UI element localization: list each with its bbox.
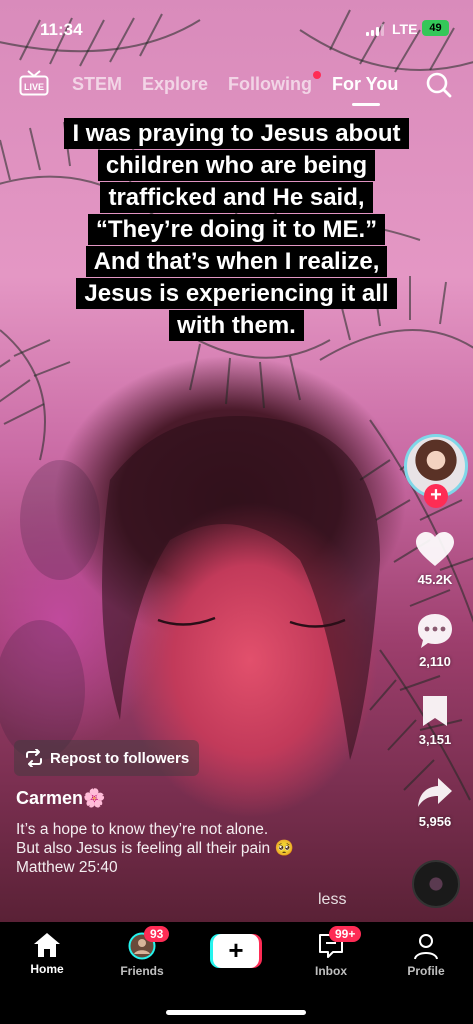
cellular-signal-icon bbox=[366, 24, 384, 36]
nav-home-label: Home bbox=[30, 962, 64, 976]
live-icon[interactable]: LIVE bbox=[19, 70, 49, 96]
repost-label: Repost to followers bbox=[50, 749, 190, 767]
caption-line: “They’re doing it to ME.” bbox=[87, 214, 386, 245]
plus-icon: + bbox=[213, 934, 259, 968]
home-icon bbox=[34, 933, 60, 957]
network-type: LTE bbox=[392, 21, 418, 37]
caption-line: I was praying to Jesus about bbox=[64, 118, 409, 149]
tab-explore[interactable]: Explore bbox=[142, 74, 208, 95]
sound-disc-icon[interactable] bbox=[412, 860, 460, 908]
share-button[interactable]: 5,956 bbox=[400, 776, 470, 829]
nav-profile[interactable]: Profile bbox=[386, 932, 466, 978]
nav-home[interactable]: Home bbox=[7, 932, 87, 976]
repost-icon bbox=[26, 749, 42, 767]
follow-plus-button[interactable]: + bbox=[424, 484, 448, 508]
caption-line: trafficked and He said, bbox=[100, 182, 373, 213]
status-bar: 11:34 LTE 49 bbox=[0, 0, 473, 58]
like-button[interactable]: 45.2K bbox=[400, 532, 470, 587]
caption-line: Jesus is experiencing it all bbox=[76, 278, 397, 309]
description-line: But also Jesus is feeling all their pain… bbox=[16, 840, 294, 857]
live-label: LIVE bbox=[24, 82, 44, 92]
caption-line: And that’s when I realize, bbox=[85, 246, 388, 277]
nav-friends-label: Friends bbox=[120, 964, 164, 978]
profile-icon bbox=[414, 934, 438, 960]
nav-inbox-label: Inbox bbox=[315, 964, 347, 978]
nav-profile-label: Profile bbox=[407, 964, 445, 978]
inbox-badge: 99+ bbox=[329, 926, 362, 942]
heart-icon bbox=[416, 532, 454, 566]
create-post-button[interactable]: + bbox=[210, 934, 262, 968]
caption-line: children who are being bbox=[97, 150, 376, 181]
share-count: 5,956 bbox=[418, 814, 452, 829]
like-count: 45.2K bbox=[417, 572, 453, 587]
description-line: Matthew 25:40 bbox=[16, 859, 118, 876]
collapse-description-link[interactable]: less bbox=[318, 891, 346, 909]
description-line: It’s a hope to know they’re not alone. bbox=[16, 821, 269, 838]
following-new-dot bbox=[313, 71, 321, 79]
active-tab-indicator bbox=[352, 103, 380, 106]
nav-friends[interactable]: 93 Friends bbox=[102, 926, 182, 978]
comment-count: 2,110 bbox=[419, 654, 451, 669]
tab-stem[interactable]: STEM bbox=[72, 74, 122, 95]
bookmark-button[interactable]: 3,151 bbox=[400, 694, 470, 747]
repost-to-followers-button[interactable]: Repost to followers bbox=[14, 740, 200, 776]
comment-bubble-icon bbox=[418, 614, 452, 648]
creator-username[interactable]: Carmen🌸 bbox=[16, 788, 105, 809]
battery-icon: 49 bbox=[422, 20, 449, 36]
video-caption-overlay: I was praying to Jesus about children wh… bbox=[30, 118, 443, 342]
share-arrow-icon bbox=[418, 778, 452, 807]
bookmark-count: 3,151 bbox=[418, 732, 452, 747]
tab-for-you[interactable]: For You bbox=[332, 74, 398, 95]
friends-badge: 93 bbox=[144, 926, 170, 942]
post-description[interactable]: It’s a hope to know they’re not alone. B… bbox=[16, 820, 386, 877]
nav-inbox[interactable]: 99+ Inbox bbox=[291, 926, 371, 978]
top-feed-nav: LIVE STEM Explore Following For You bbox=[0, 66, 473, 106]
status-time: 11:34 bbox=[40, 20, 83, 39]
comment-button[interactable]: 2,110 bbox=[400, 612, 470, 669]
tab-following[interactable]: Following bbox=[228, 74, 312, 95]
bottom-tab-bar: Home 93 Friends + 99+ Inbox Profile bbox=[0, 922, 473, 1024]
home-indicator bbox=[166, 1010, 306, 1015]
search-icon[interactable] bbox=[425, 71, 453, 99]
bookmark-icon bbox=[423, 696, 447, 726]
caption-line: with them. bbox=[169, 310, 304, 341]
